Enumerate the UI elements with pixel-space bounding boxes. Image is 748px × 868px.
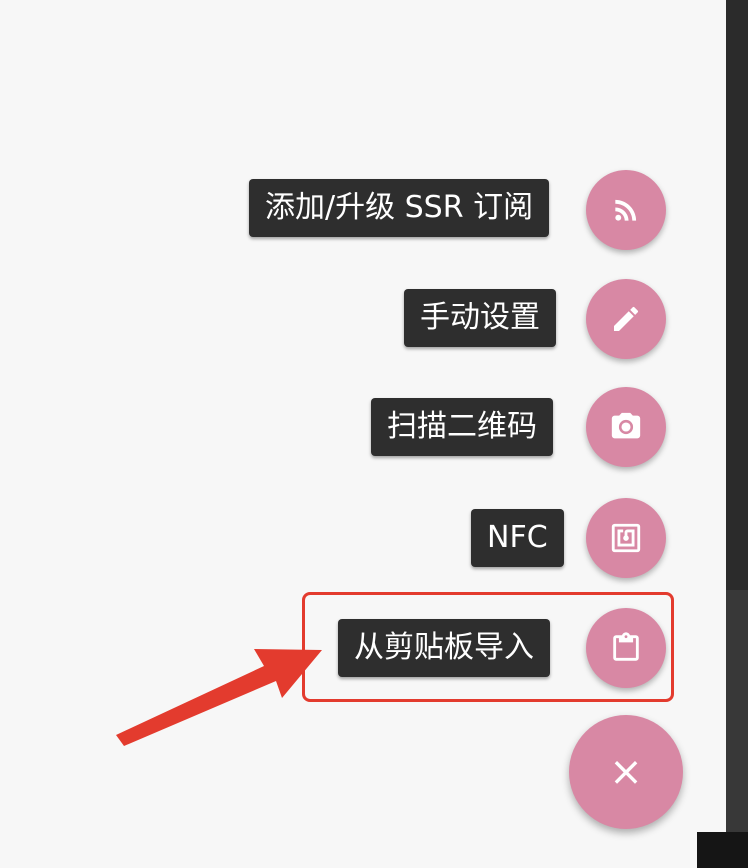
annotation-arrow	[116, 649, 322, 746]
